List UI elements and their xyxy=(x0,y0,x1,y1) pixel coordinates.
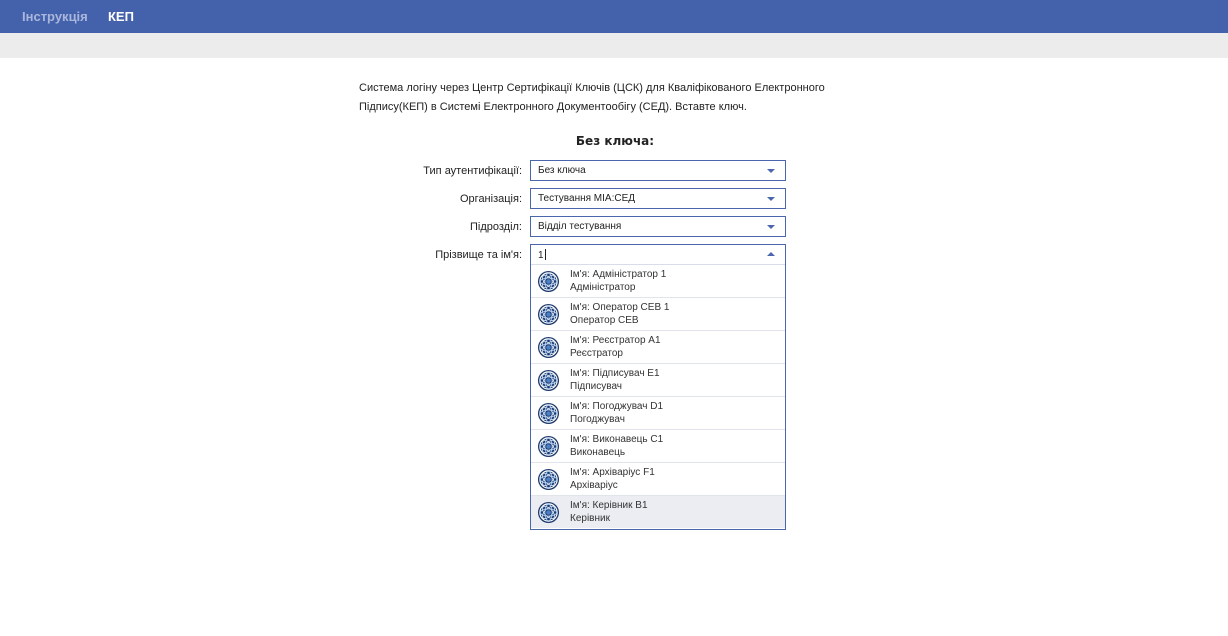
globe-seal-icon xyxy=(537,270,560,293)
auth-type-value: Без ключа xyxy=(538,165,586,176)
user-option-signer[interactable]: Ім'я: Підписувач Е1 Підписувач xyxy=(531,364,785,397)
intro-line-1: Система логіну через Центр Сертифікації … xyxy=(359,82,825,94)
globe-seal-icon xyxy=(537,468,560,491)
top-navigation-bar: Інструкція КЕП xyxy=(0,0,1228,33)
user-option-name: Ім'я: Оператор СЕВ 1 xyxy=(570,302,670,313)
user-option-role: Адміністратор xyxy=(570,282,636,293)
globe-seal-icon xyxy=(537,303,560,326)
user-option-name: Ім'я: Підписувач Е1 xyxy=(570,368,660,379)
nav-instruction-link[interactable]: Інструкція xyxy=(22,9,88,24)
intro-text: Система логіну через Центр Сертифікації … xyxy=(359,79,839,116)
user-option-name: Ім'я: Реєстратор А1 xyxy=(570,335,661,346)
user-option-approver[interactable]: Ім'я: Погоджувач D1 Погоджувач xyxy=(531,397,785,430)
user-option-role: Виконавець xyxy=(570,447,626,458)
user-options-list: Ім'я: Адміністратор 1 Адміністратор Ім'я… xyxy=(531,265,785,528)
user-option-role: Підписувач xyxy=(570,381,622,392)
globe-seal-icon xyxy=(537,369,560,392)
user-option-executor[interactable]: Ім'я: Виконавець С1 Виконавець xyxy=(531,430,785,463)
intro-line-2: Підпису(КЕП) в Системі Електронного Доку… xyxy=(359,100,747,113)
user-option-role: Керівник xyxy=(570,513,610,524)
chevron-down-icon[interactable] xyxy=(767,197,775,201)
user-option-role: Архіваріус xyxy=(570,480,618,491)
user-option-sev-operator[interactable]: Ім'я: Оператор СЕВ 1 Оператор СЕВ xyxy=(531,298,785,331)
globe-seal-icon xyxy=(537,501,560,524)
nav-kep-link[interactable]: КЕП xyxy=(108,9,134,24)
form-title: Без ключа: xyxy=(575,134,655,148)
department-label: Підрозділ: xyxy=(469,221,522,233)
user-option-manager[interactable]: Ім'я: Керівник В1 Керівник xyxy=(531,496,785,528)
text-cursor xyxy=(544,249,546,260)
user-option-name: Ім'я: Архіваріус F1 xyxy=(570,467,655,478)
user-option-administrator[interactable]: Ім'я: Адміністратор 1 Адміністратор xyxy=(531,265,785,298)
full-name-label: Прізвище та ім'я: xyxy=(435,249,522,261)
department-value: Відділ тестування xyxy=(538,221,622,232)
organization-select[interactable]: Тестування МІА:СЕД xyxy=(530,188,786,209)
user-option-role: Оператор СЕВ xyxy=(570,315,639,326)
chevron-down-icon[interactable] xyxy=(767,225,775,229)
chevron-up-icon[interactable] xyxy=(767,252,775,256)
globe-seal-icon xyxy=(537,336,560,359)
user-option-name: Ім'я: Адміністратор 1 xyxy=(570,269,667,280)
user-option-role: Погоджувач xyxy=(570,414,625,425)
organization-label: Організація: xyxy=(460,193,522,205)
chevron-down-icon[interactable] xyxy=(767,169,775,173)
user-option-role: Реєстратор xyxy=(570,348,623,359)
globe-seal-icon xyxy=(537,402,560,425)
user-option-name: Ім'я: Виконавець С1 xyxy=(570,434,664,445)
sub-header-bar xyxy=(0,33,1228,58)
user-option-archivist[interactable]: Ім'я: Архіваріус F1 Архіваріус xyxy=(531,463,785,496)
full-name-combobox: 1 Ім'я: Адміністратор 1 Адміністратор Ім… xyxy=(530,244,786,530)
auth-type-label: Тип аутентифікації: xyxy=(423,165,522,177)
department-select[interactable]: Відділ тестування xyxy=(530,216,786,237)
user-option-name: Ім'я: Погоджувач D1 xyxy=(570,401,664,412)
full-name-input[interactable]: 1 xyxy=(531,245,785,265)
user-option-registrar[interactable]: Ім'я: Реєстратор А1 Реєстратор xyxy=(531,331,785,364)
user-option-name: Ім'я: Керівник В1 xyxy=(570,500,648,511)
auth-type-select[interactable]: Без ключа xyxy=(530,160,786,181)
organization-value: Тестування МІА:СЕД xyxy=(538,193,636,204)
full-name-input-value: 1 xyxy=(538,250,544,261)
globe-seal-icon xyxy=(537,435,560,458)
